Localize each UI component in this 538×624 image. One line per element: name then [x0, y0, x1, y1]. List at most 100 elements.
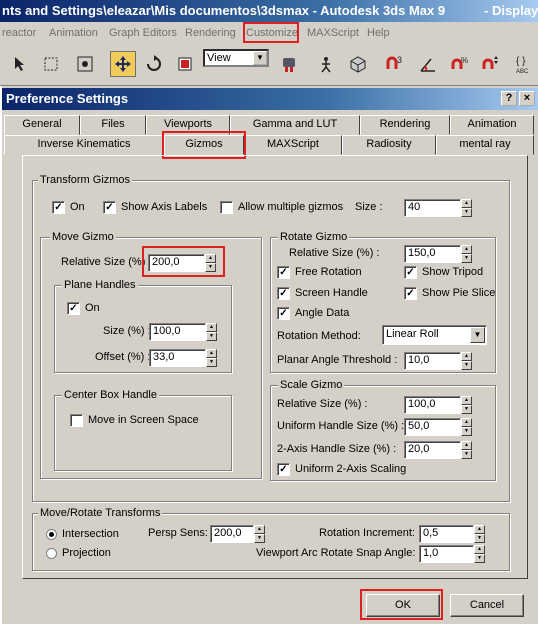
screen-handle-checkbox[interactable]: ✓ — [277, 287, 290, 300]
highlight-move-relative — [142, 246, 225, 277]
percent-snap-icon[interactable]: % — [447, 51, 473, 77]
rotate-relative-spinner[interactable]: 150,0 ▲ ▼ — [404, 245, 472, 263]
menu-animation[interactable]: Animation — [49, 27, 98, 39]
scale-gizmo-label: Scale Gizmo — [278, 379, 345, 391]
angle-data-checkbox[interactable]: ✓ — [277, 307, 290, 320]
move-rotate-label: Move/Rotate Transforms — [38, 507, 163, 519]
gizmo-size-field[interactable]: 40 — [404, 199, 461, 217]
transform-on-label: On — [70, 201, 85, 213]
view-select-value: View — [207, 52, 231, 64]
allow-multiple-checkbox[interactable] — [220, 201, 233, 214]
intersection-radio[interactable] — [46, 529, 57, 540]
rotate-relative-arrows[interactable]: ▲ ▼ — [461, 245, 472, 263]
rotation-increment-spinner[interactable]: 0,5 ▲ ▼ — [419, 525, 485, 543]
tab-animation[interactable]: Animation — [450, 115, 534, 135]
snap3-icon[interactable]: 3 — [382, 51, 408, 77]
tab-general[interactable]: General — [4, 115, 80, 135]
scale-relative-spinner[interactable]: 100,0 ▲ ▼ — [404, 396, 472, 414]
scale-icon[interactable] — [172, 51, 198, 77]
tab-files[interactable]: Files — [80, 115, 146, 135]
tab-gamma[interactable]: Gamma and LUT — [230, 115, 360, 135]
uniform-handle-spinner[interactable]: 50,0 ▲ ▼ — [404, 418, 472, 436]
transform-on-checkbox[interactable]: ✓ — [52, 201, 65, 214]
move-screen-checkbox[interactable] — [70, 414, 83, 427]
rotate-icon[interactable] — [141, 51, 167, 77]
gizmo-size-arrows[interactable]: ▲ ▼ — [461, 199, 472, 217]
show-tripod-checkbox[interactable]: ✓ — [404, 266, 417, 279]
planar-angle-field[interactable]: 10,0 — [404, 352, 461, 370]
plane-size-arrows[interactable]: ▲ ▼ — [206, 323, 217, 341]
arc-rotate-arrows[interactable]: ▲ ▼ — [474, 545, 485, 563]
rotation-increment-arrows[interactable]: ▲ ▼ — [474, 525, 485, 543]
planar-angle-spinner[interactable]: 10,0 ▲ ▼ — [404, 352, 472, 370]
move-icon[interactable] — [110, 51, 136, 77]
layers-icon[interactable] — [345, 51, 371, 77]
rotate-relative-field[interactable]: 150,0 — [404, 245, 461, 263]
menu-reactor[interactable]: reactor — [2, 27, 36, 39]
rect-select-icon[interactable] — [38, 51, 64, 77]
align-icon[interactable] — [313, 51, 339, 77]
tab-mental-ray[interactable]: mental ray — [436, 135, 534, 155]
plane-size-label: Size (%) : — [103, 325, 151, 337]
chevron-down-icon: ▼ — [253, 51, 267, 65]
free-rotation-checkbox[interactable]: ✓ — [277, 266, 290, 279]
show-axis-labels-label: Show Axis Labels — [121, 201, 208, 213]
plane-size-spinner[interactable]: 100,0 ▲ ▼ — [149, 323, 217, 341]
scale-relative-arrows[interactable]: ▲ ▼ — [461, 396, 472, 414]
uniform-scaling-checkbox[interactable]: ✓ — [277, 463, 290, 476]
uniform-handle-label: Uniform Handle Size (%) : — [277, 420, 405, 432]
tab-rendering[interactable]: Rendering — [360, 115, 450, 135]
rotate-gizmo-label: Rotate Gizmo — [278, 231, 350, 243]
uniform-scaling-label: Uniform 2-Axis Scaling — [295, 463, 407, 475]
named-selection-icon[interactable]: { } ABC — [512, 51, 538, 77]
select-circle-icon[interactable] — [72, 51, 98, 77]
select-region-icon[interactable] — [8, 51, 34, 77]
rotation-increment-field[interactable]: 0,5 — [419, 525, 474, 543]
two-axis-arrows[interactable]: ▲ ▼ — [461, 441, 472, 459]
spinner-snap-icon[interactable] — [478, 51, 504, 77]
arc-rotate-spinner[interactable]: 1,0 ▲ ▼ — [419, 545, 485, 563]
free-rotation-label: Free Rotation — [295, 266, 362, 278]
plane-offset-spinner[interactable]: 33,0 ▲ ▼ — [149, 349, 217, 367]
arc-rotate-field[interactable]: 1,0 — [419, 545, 474, 563]
svg-text:3: 3 — [397, 55, 402, 65]
planar-angle-arrows[interactable]: ▲ ▼ — [461, 352, 472, 370]
menu-graph-editors[interactable]: Graph Editors — [109, 27, 177, 39]
menu-help[interactable]: Help — [367, 27, 390, 39]
show-pie-slice-checkbox[interactable]: ✓ — [404, 287, 417, 300]
transform-gizmos-label: Transform Gizmos — [38, 174, 133, 186]
mirror-icon[interactable] — [276, 51, 302, 77]
uniform-handle-field[interactable]: 50,0 — [404, 418, 461, 436]
menu-maxscript[interactable]: MAXScript — [307, 27, 359, 39]
show-axis-labels-checkbox[interactable]: ✓ — [103, 201, 116, 214]
plane-offset-arrows[interactable]: ▲ ▼ — [206, 349, 217, 367]
rotation-method-select[interactable]: Linear Roll ▼ — [382, 325, 487, 345]
view-select[interactable]: View ▼ — [203, 49, 269, 67]
app-title-bar: nts and Settings\eleazar\Mis documentos\… — [0, 0, 538, 22]
plane-offset-field[interactable]: 33,0 — [149, 349, 206, 367]
uniform-handle-arrows[interactable]: ▲ ▼ — [461, 418, 472, 436]
persp-sens-field[interactable]: 200,0 — [210, 525, 254, 543]
plane-on-checkbox[interactable]: ✓ — [67, 302, 80, 315]
cancel-button[interactable]: Cancel — [450, 594, 524, 617]
angle-snap-icon[interactable] — [415, 51, 441, 77]
dialog-title: Preference Settings — [6, 91, 129, 106]
menu-rendering[interactable]: Rendering — [185, 27, 236, 39]
two-axis-spinner[interactable]: 20,0 ▲ ▼ — [404, 441, 472, 459]
persp-sens-arrows[interactable]: ▲ ▼ — [254, 525, 265, 543]
tab-maxscript[interactable]: MAXScript — [244, 135, 342, 155]
close-button[interactable]: × — [519, 91, 535, 106]
plane-size-field[interactable]: 100,0 — [149, 323, 206, 341]
two-axis-field[interactable]: 20,0 — [404, 441, 461, 459]
highlight-customize — [243, 22, 299, 43]
gizmo-size-spinner[interactable]: 40 ▲ ▼ — [404, 199, 472, 217]
tab-inverse-kinematics[interactable]: Inverse Kinematics — [4, 135, 164, 155]
scale-relative-field[interactable]: 100,0 — [404, 396, 461, 414]
rotation-method-label: Rotation Method: — [277, 330, 361, 342]
help-button[interactable]: ? — [501, 91, 517, 106]
angle-data-label: Angle Data — [295, 307, 350, 319]
tab-radiosity[interactable]: Radiosity — [342, 135, 436, 155]
dialog-title-bar: Preference Settings — [2, 88, 538, 110]
persp-sens-spinner[interactable]: 200,0 ▲ ▼ — [210, 525, 265, 543]
projection-radio[interactable] — [46, 548, 57, 559]
